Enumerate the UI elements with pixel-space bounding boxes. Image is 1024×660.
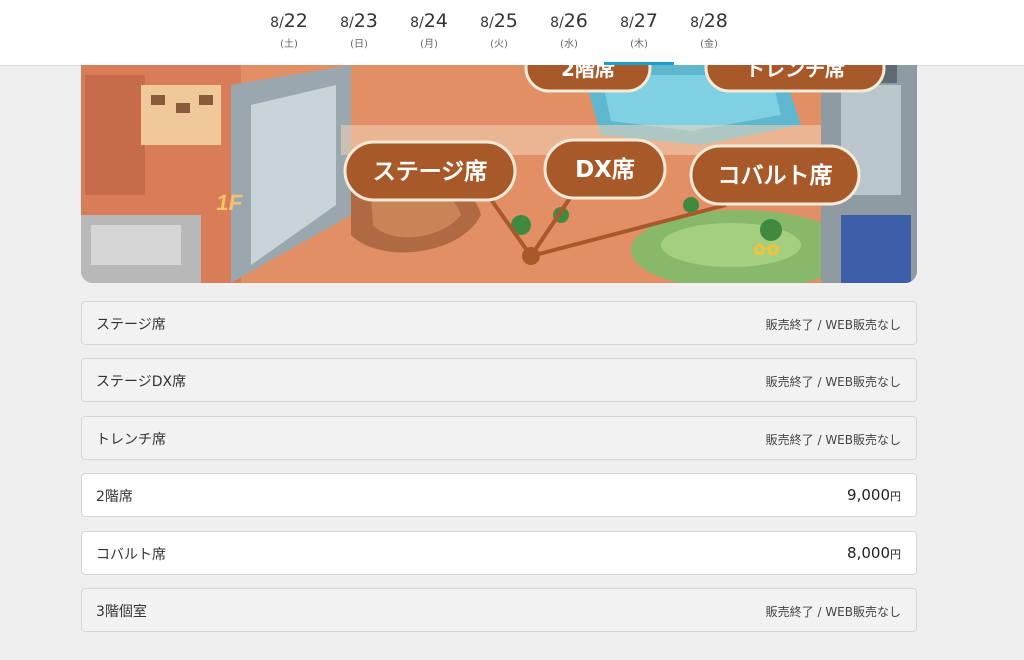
date-month: 8/ [620,15,634,31]
date-day: 24 [423,10,448,32]
date-day: 22 [283,10,308,32]
seat-label-trench: トレンチ席 [704,65,886,93]
date-month: 8/ [480,15,494,31]
seat-name: ステージ席 [96,317,166,333]
date-day: 28 [703,10,728,32]
price-amount: 8,000 [847,543,890,562]
seat-row-2f[interactable]: 2階席 9,000円 [81,473,917,518]
seat-label-trench-text: トレンチ席 [745,65,845,81]
yen-unit: 円 [890,547,901,561]
seat-name: ステージDX席 [96,374,187,391]
seat-label-dx-text: DX席 [575,156,635,183]
date-month: 8/ [270,15,284,31]
seat-status: 販売終了 / WEB販売なし [765,432,901,447]
date-day: 26 [563,10,588,32]
date-month: 8/ [690,15,704,31]
seat-name: コバルト席 [96,546,166,563]
seat-row-stage[interactable]: ステージ席 販売終了 / WEB販売なし [81,301,917,345]
seat-label-2f-text: 2階席 [561,65,615,81]
yen-unit: 円 [890,490,901,504]
date-tab-8-23[interactable]: 8/23 (日) [324,0,394,65]
date-weekday: (土) [280,39,298,50]
seat-label-cobalt: コバルト席 [689,144,861,206]
seat-row-stage-dx[interactable]: ステージDX席 販売終了 / WEB販売なし [81,358,917,403]
date-month: 8/ [410,15,424,31]
seat-label-dx: DX席 [543,138,667,200]
date-tab-8-25[interactable]: 8/25 (火) [464,0,534,65]
date-tab-8-22[interactable]: 8/22 (土) [254,0,324,65]
date-day: 25 [493,10,518,32]
seat-status: 販売終了 / WEB販売なし [765,318,901,332]
seat-row-3f-private[interactable]: 3階個室 販売終了 / WEB販売なし [81,587,917,632]
price-amount: 9,000 [847,486,890,505]
date-weekday: (月) [420,39,438,50]
seat-price: 9,000円 [847,486,901,504]
date-day: 23 [353,10,378,32]
date-weekday: (日) [350,39,368,50]
venue-map-illustration: 1F ✿✿ 2階席 トレンチ席 ステージ席 DX席 コバルト席 [81,65,917,283]
seat-name: 2階席 [96,489,133,506]
date-tabs: 8/22 (土) 8/23 (日) 8/24 (月) 8/25 (火) 8/26… [254,0,744,65]
date-weekday: (火) [490,39,508,50]
date-day: 27 [633,10,658,32]
date-tab-8-27[interactable]: 8/27 (木) [604,0,674,65]
date-tab-8-24[interactable]: 8/24 (月) [394,0,464,65]
seat-row-cobalt[interactable]: コバルト席 8,000円 [81,530,917,575]
seat-status: 販売終了 / WEB販売なし [765,375,901,390]
date-weekday: (金) [700,39,718,50]
venue-seat-map: 1F ✿✿ 2階席 トレンチ席 ステージ席 DX席 コバルト席 [81,65,917,283]
date-weekday: (水) [560,39,578,50]
seat-status: 販売終了 / WEB販売なし [765,604,901,619]
date-tab-bar: 8/22 (土) 8/23 (日) 8/24 (月) 8/25 (火) 8/26… [0,0,1024,66]
date-tab-8-28[interactable]: 8/28 (金) [674,0,744,65]
seat-row-trench[interactable]: トレンチ席 販売終了 / WEB販売なし [81,415,917,460]
seat-label-stage-text: ステージ席 [373,158,488,185]
date-weekday: (木) [630,39,648,50]
seat-price: 8,000円 [847,544,901,562]
seat-name: トレンチ席 [96,431,166,448]
svg-text:✿✿: ✿✿ [753,242,780,259]
seat-label-stage: ステージ席 [343,140,517,202]
floor-1f-marker: 1F [215,190,245,215]
seat-name: 3階個室 [96,603,147,620]
seat-label-2f: 2階席 [524,65,652,93]
seat-label-cobalt-text: コバルト席 [718,162,833,189]
date-tab-8-26[interactable]: 8/26 (水) [534,0,604,65]
seat-type-list: ステージ席 販売終了 / WEB販売なし ステージDX席 販売終了 / WEB販… [81,301,917,645]
date-month: 8/ [550,15,564,31]
date-month: 8/ [340,15,354,31]
